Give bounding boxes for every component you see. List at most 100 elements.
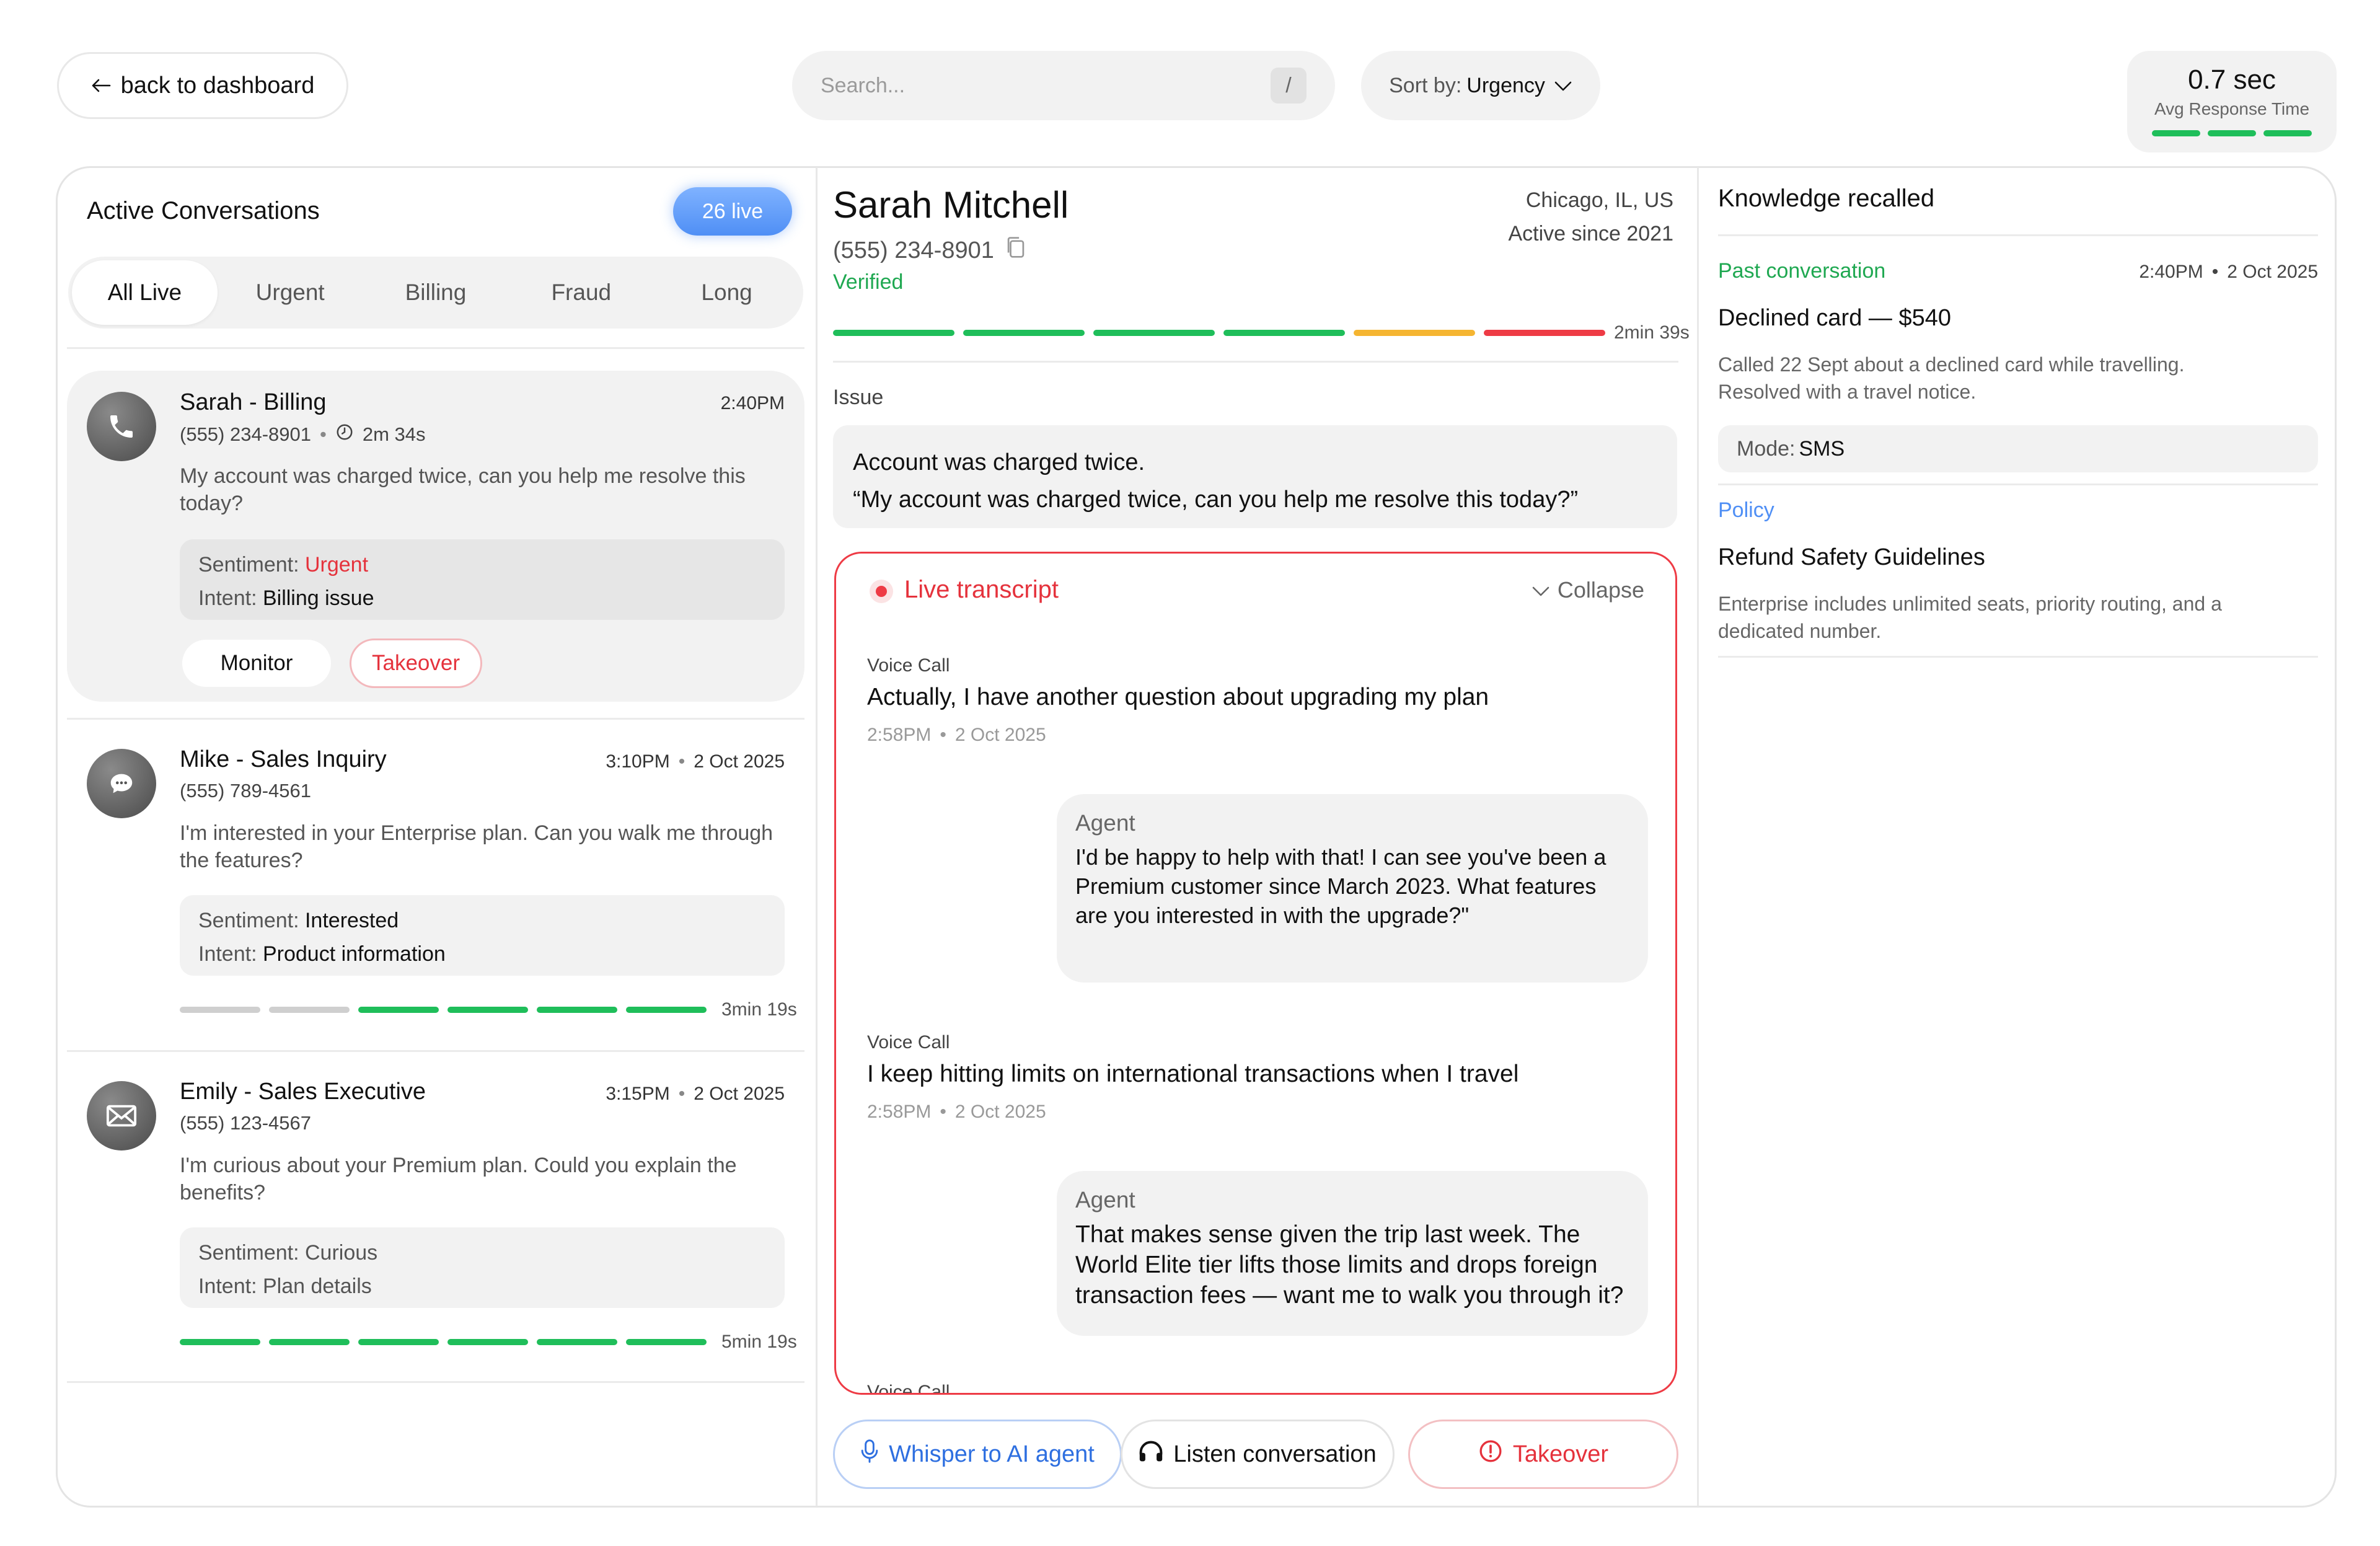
avg-response-value: 0.7 sec	[2188, 64, 2276, 95]
sentiment-label: Sentiment:	[198, 909, 299, 932]
contact-name: Emily - Sales Executive	[180, 1079, 426, 1105]
chevron-down-icon	[1554, 74, 1572, 98]
sentiment-intent-box: Sentiment: Urgent Intent: Billing issue	[180, 539, 785, 620]
separator-dot: •	[940, 725, 946, 745]
conversation-card[interactable]: Emily - Sales Executive 3:15PM • 2 Oct 2…	[67, 1064, 804, 1374]
contact-date: 2 Oct 2025	[694, 1084, 785, 1104]
channel-label: Voice Call	[867, 1032, 950, 1053]
progress-segment	[626, 1007, 707, 1013]
sort-dropdown[interactable]: Sort by: Urgency	[1361, 51, 1600, 120]
whisper-to-ai-agent-button[interactable]: Whisper to AI agent	[833, 1420, 1122, 1489]
sort-value: Urgency	[1466, 73, 1545, 97]
search-input[interactable]: Search... /	[792, 51, 1335, 120]
collapse-button[interactable]: Collapse	[1532, 577, 1644, 603]
tab-long[interactable]: Long	[654, 260, 800, 325]
conversation-card[interactable]: Sarah - Billing 2:40PM (555) 234-8901 • …	[67, 371, 804, 702]
clock-icon	[335, 423, 354, 446]
issue-label: Issue	[833, 386, 884, 409]
phone-icon	[87, 392, 156, 461]
channel-label: Voice Call	[867, 655, 950, 676]
intent-value: Plan details	[262, 1274, 372, 1298]
agent-label: Agent	[1075, 810, 1135, 836]
customer-message: I keep hitting limits on international t…	[867, 1061, 1519, 1087]
divider	[67, 1381, 804, 1383]
divider	[833, 361, 1678, 363]
contact-date: 2 Oct 2025	[694, 751, 785, 772]
contact-phone: (555) 789-4561	[180, 780, 311, 802]
separator-dot: •	[678, 1084, 685, 1104]
past-conversation-label: Past conversation	[1718, 259, 1886, 283]
agent-message: Agent I'd be happy to help with that! I …	[1057, 794, 1648, 983]
separator-dot: •	[940, 1102, 946, 1122]
active-conversations-title: Active Conversations	[87, 197, 320, 224]
mode-value: SMS	[1799, 436, 1845, 461]
copy-icon[interactable]	[1005, 236, 1026, 265]
message-date: 2 Oct 2025	[954, 1102, 1046, 1122]
separator-dot: •	[320, 423, 327, 445]
call-progress: 3min 19s	[180, 999, 797, 1020]
divider	[1718, 234, 2318, 236]
sentiment-intent-box: Sentiment: Curious Intent: Plan details	[180, 1227, 785, 1308]
live-transcript-panel[interactable]: Live transcript Collapse Voice Call Actu…	[834, 552, 1677, 1395]
progress-segment	[358, 1339, 439, 1345]
sentiment-value: Urgent	[304, 553, 369, 576]
progress-segment	[358, 1007, 439, 1013]
sentiment-value: Curious	[304, 1241, 378, 1265]
message-preview: I'm curious about your Premium plan. Cou…	[180, 1154, 737, 1204]
progress-segment	[447, 1339, 528, 1345]
contact-time: 3:15PM	[606, 1084, 670, 1104]
customer-message: Actually, I have another question about …	[867, 684, 1489, 710]
headphones-icon	[1139, 1439, 1163, 1469]
channel-label: Voice Call	[867, 1382, 950, 1395]
customer-location: Chicago, IL, US	[1525, 188, 1673, 212]
elapsed-time: 2min 39s	[1614, 322, 1690, 343]
progress-segment	[447, 1007, 528, 1013]
conversation-filter-tabs: All Live Urgent Billing Fraud Long	[68, 257, 803, 329]
knowledge-title: Knowledge recalled	[1718, 185, 1935, 212]
message-time: 2:58PM	[867, 1102, 932, 1122]
contact-time: 2:40PM	[720, 393, 785, 413]
divider-left	[816, 167, 818, 1506]
issue-summary: Account was charged twice.	[853, 449, 1145, 475]
contact-name: Sarah - Billing	[180, 389, 327, 415]
message-preview: I'm interested in your Enterprise plan. …	[180, 821, 774, 872]
chevron-down-icon	[1532, 577, 1550, 603]
search-shortcut-key: /	[1271, 68, 1307, 104]
back-to-dashboard-button[interactable]: back to dashboard	[57, 52, 348, 119]
conversation-card[interactable]: Mike - Sales Inquiry 3:10PM • 2 Oct 2025…	[67, 731, 804, 1041]
whisper-label: Whisper to AI agent	[889, 1441, 1095, 1467]
call-progress: 5min 19s	[180, 1332, 797, 1353]
collapse-label: Collapse	[1557, 577, 1644, 603]
takeover-button[interactable]: Takeover	[1408, 1420, 1678, 1489]
divider	[1718, 656, 2318, 658]
customer-active-since: Active since 2021	[1508, 222, 1674, 245]
intent-label: Intent:	[198, 1274, 257, 1298]
divider	[67, 347, 804, 349]
tab-urgent[interactable]: Urgent	[218, 260, 363, 325]
progress-segment	[1354, 330, 1475, 336]
progress-segment	[269, 1339, 350, 1345]
takeover-button[interactable]: Takeover	[350, 638, 482, 688]
past-conversation-body: Called 22 Sept about a declined card whi…	[1718, 353, 2185, 403]
tab-all-live[interactable]: All Live	[72, 260, 218, 325]
mail-icon	[87, 1081, 156, 1151]
progress-segment	[180, 1339, 260, 1345]
separator-dot: •	[2211, 262, 2219, 282]
agent-message: Agent That makes sense given the trip la…	[1057, 1171, 1648, 1336]
past-conversation-time: 2:40PM	[2139, 262, 2203, 282]
listen-conversation-button[interactable]: Listen conversation	[1121, 1420, 1395, 1489]
sort-prefix: Sort by:	[1389, 73, 1462, 97]
agent-text: I'd be happy to help with that! I can se…	[1075, 844, 1606, 928]
progress-segment	[180, 1007, 260, 1013]
monitor-button[interactable]: Monitor	[182, 640, 331, 687]
progress-segment	[1093, 330, 1215, 336]
progress-segment	[1223, 330, 1345, 336]
policy-body: Enterprise includes unlimited seats, pri…	[1718, 593, 2222, 642]
recording-icon	[870, 580, 893, 603]
mode-label: Mode:	[1737, 436, 1796, 461]
tab-billing[interactable]: Billing	[363, 260, 509, 325]
policy-heading: Refund Safety Guidelines	[1718, 544, 1985, 570]
customer-meta: Chicago, IL, US Active since 2021	[1426, 183, 1674, 250]
tab-fraud[interactable]: Fraud	[508, 260, 654, 325]
live-count-badge: 26 live	[673, 187, 792, 236]
